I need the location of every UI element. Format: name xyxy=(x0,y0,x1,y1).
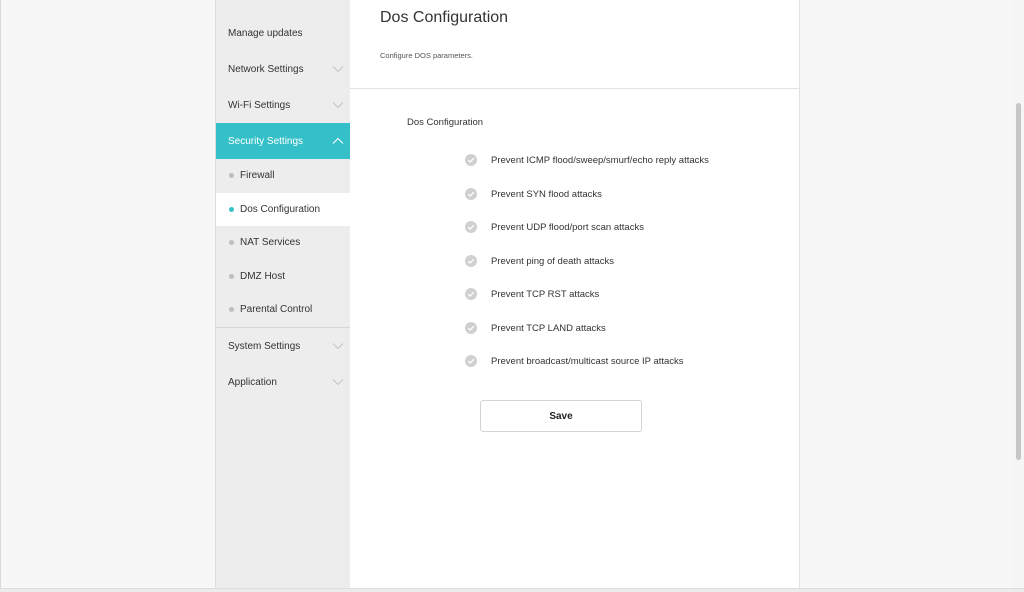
sidebar-item-label: Application xyxy=(228,376,277,388)
sidebar-subitem-parental-control[interactable]: Parental Control xyxy=(216,293,350,326)
window-edge xyxy=(0,0,1,592)
sidebar-item-label: Network Settings xyxy=(228,63,304,75)
option-icmp-flood[interactable]: Prevent ICMP flood/sweep/smurf/echo repl… xyxy=(465,151,785,169)
bullet-dot-icon xyxy=(229,240,234,245)
option-label: Prevent SYN flood attacks xyxy=(491,188,602,200)
sidebar: Manage updates Network Settings Wi-Fi Se… xyxy=(215,0,350,588)
option-label: Prevent TCP RST attacks xyxy=(491,288,600,300)
page-title: Dos Configuration xyxy=(380,9,509,26)
bullet-dot-icon xyxy=(229,173,234,178)
chevron-down-icon xyxy=(332,66,344,73)
sidebar-item-security-settings[interactable]: Security Settings xyxy=(216,123,350,159)
sidebar-item-label: Manage updates xyxy=(228,27,303,39)
section-title: Dos Configuration xyxy=(407,117,484,128)
chevron-down-icon xyxy=(332,102,344,109)
option-label: Prevent broadcast/multicast source IP at… xyxy=(491,355,684,367)
check-circle-icon[interactable] xyxy=(465,355,477,367)
chevron-down-icon xyxy=(332,379,344,386)
page: Manage updates Network Settings Wi-Fi Se… xyxy=(0,0,1024,592)
main-panel: Dos Configuration Configure DOS paramete… xyxy=(350,0,800,588)
sidebar-subitem-label: Dos Configuration xyxy=(240,204,321,215)
window-bottom-edge xyxy=(0,588,1024,592)
option-syn-flood[interactable]: Prevent SYN flood attacks xyxy=(465,185,785,203)
sidebar-subitem-nat-services[interactable]: NAT Services xyxy=(216,226,350,259)
check-circle-icon[interactable] xyxy=(465,154,477,166)
save-button[interactable]: Save xyxy=(480,400,642,432)
sidebar-subitem-label: Parental Control xyxy=(240,304,313,315)
check-circle-icon[interactable] xyxy=(465,255,477,267)
sidebar-item-system-settings[interactable]: System Settings xyxy=(216,328,350,364)
sidebar-subitem-dos-configuration[interactable]: Dos Configuration xyxy=(216,193,350,226)
sidebar-item-network-settings[interactable]: Network Settings xyxy=(216,51,350,87)
sidebar-subitem-firewall[interactable]: Firewall xyxy=(216,159,350,192)
option-label: Prevent UDP flood/port scan attacks xyxy=(491,221,644,233)
option-ping-of-death[interactable]: Prevent ping of death attacks xyxy=(465,252,785,270)
bullet-dot-icon xyxy=(229,307,234,312)
option-broadcast-multicast[interactable]: Prevent broadcast/multicast source IP at… xyxy=(465,352,785,370)
sidebar-subitem-label: Firewall xyxy=(240,170,275,181)
check-circle-icon[interactable] xyxy=(465,188,477,200)
sidebar-item-wifi-settings[interactable]: Wi-Fi Settings xyxy=(216,87,350,123)
sidebar-subitem-label: NAT Services xyxy=(240,237,301,248)
check-circle-icon[interactable] xyxy=(465,221,477,233)
sidebar-item-label: Security Settings xyxy=(228,135,304,147)
option-label: Prevent ping of death attacks xyxy=(491,255,615,267)
chevron-down-icon xyxy=(332,343,344,350)
option-tcp-rst[interactable]: Prevent TCP RST attacks xyxy=(465,285,785,303)
scrollbar-thumb[interactable] xyxy=(1016,103,1021,460)
sidebar-subitem-dmz-host[interactable]: DMZ Host xyxy=(216,260,350,293)
sidebar-item-label: Wi-Fi Settings xyxy=(228,99,291,111)
option-label: Prevent TCP LAND attacks xyxy=(491,322,606,334)
option-tcp-land[interactable]: Prevent TCP LAND attacks xyxy=(465,319,785,337)
sidebar-item-manage-updates[interactable]: Manage updates xyxy=(216,15,350,51)
sidebar-subitem-label: DMZ Host xyxy=(240,271,285,282)
chevron-up-icon xyxy=(332,137,344,144)
bullet-dot-icon xyxy=(229,207,234,212)
check-circle-icon[interactable] xyxy=(465,288,477,300)
page-subtitle: Configure DOS parameters. xyxy=(380,51,473,60)
check-circle-icon[interactable] xyxy=(465,322,477,334)
sidebar-item-label: System Settings xyxy=(228,340,301,352)
option-label: Prevent ICMP flood/sweep/smurf/echo repl… xyxy=(491,154,709,166)
option-udp-flood[interactable]: Prevent UDP flood/port scan attacks xyxy=(465,218,785,236)
header-divider xyxy=(350,88,800,89)
bullet-dot-icon xyxy=(229,274,234,279)
sidebar-item-application[interactable]: Application xyxy=(216,364,350,400)
